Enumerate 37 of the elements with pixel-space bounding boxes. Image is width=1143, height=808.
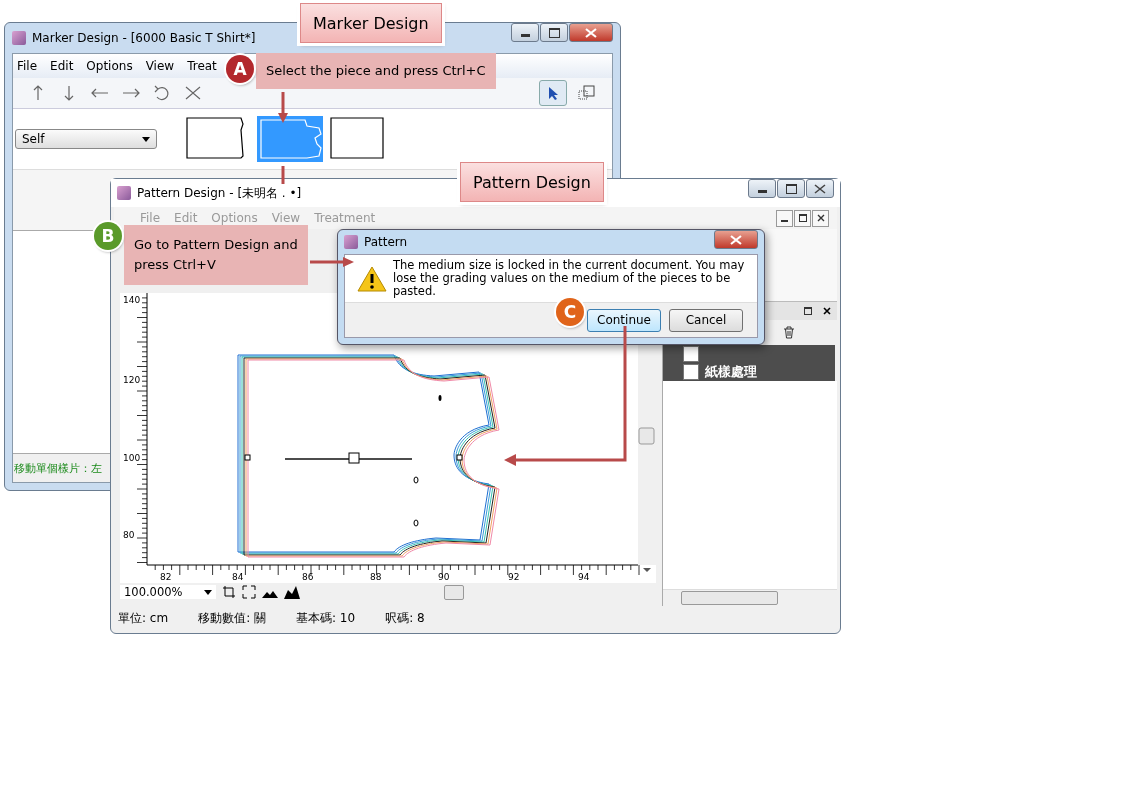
layer-name: 紙樣處理 [705, 363, 757, 381]
menu-item[interactable]: View [145, 59, 175, 73]
dropdown[interactable]: Self [15, 129, 157, 149]
continue-button[interactable]: Continue [587, 308, 661, 332]
step-badge: B [94, 222, 122, 250]
status-text: 呎碼: 8 [385, 609, 425, 627]
menu-item[interactable]: File [17, 59, 38, 73]
ruler-label: 92 [508, 572, 520, 582]
step-note: Select the piece and press Ctrl+C [256, 53, 496, 89]
status-text: 移動單個樣片：左 [14, 460, 102, 476]
ruler-label: 140 [123, 295, 141, 305]
menu-item[interactable]: Treat [187, 59, 217, 73]
ruler-label: 84 [232, 572, 244, 582]
layer-row[interactable]: 紙樣處理 [663, 363, 835, 381]
step-badge: C [556, 298, 584, 326]
menu-item[interactable]: Edit [50, 59, 74, 73]
window-title: Pattern Design - [未明名 . •] [137, 184, 302, 202]
ruler-label: 120 [123, 375, 141, 385]
ruler-label: 94 [578, 572, 590, 582]
zoom-dropdown[interactable]: 100.000% [120, 585, 216, 599]
step-note: Go to Pattern Design and press Ctrl+V [124, 225, 308, 285]
ruler-label: 100 [123, 453, 141, 463]
menu-item[interactable]: Options [86, 59, 133, 73]
step-badge: A [226, 55, 254, 83]
callout-label: Pattern Design [460, 162, 604, 202]
window-title: Marker Design - [6000 Basic T Shirt*] [32, 31, 256, 45]
ruler-label: 90 [438, 572, 450, 582]
status-text: 基本碼: 10 [296, 609, 356, 627]
status-text: 移動數值: 關 [198, 609, 266, 627]
ruler-label: 82 [160, 572, 172, 582]
cancel-button[interactable]: Cancel [669, 308, 743, 332]
ruler-label: 86 [302, 572, 314, 582]
status-text: 單位: cm [118, 609, 169, 627]
ruler-label: 80 [123, 530, 135, 540]
ruler-label: 88 [370, 572, 382, 582]
callout-label: Marker Design [300, 3, 442, 43]
dialog-title: Pattern [364, 235, 409, 249]
